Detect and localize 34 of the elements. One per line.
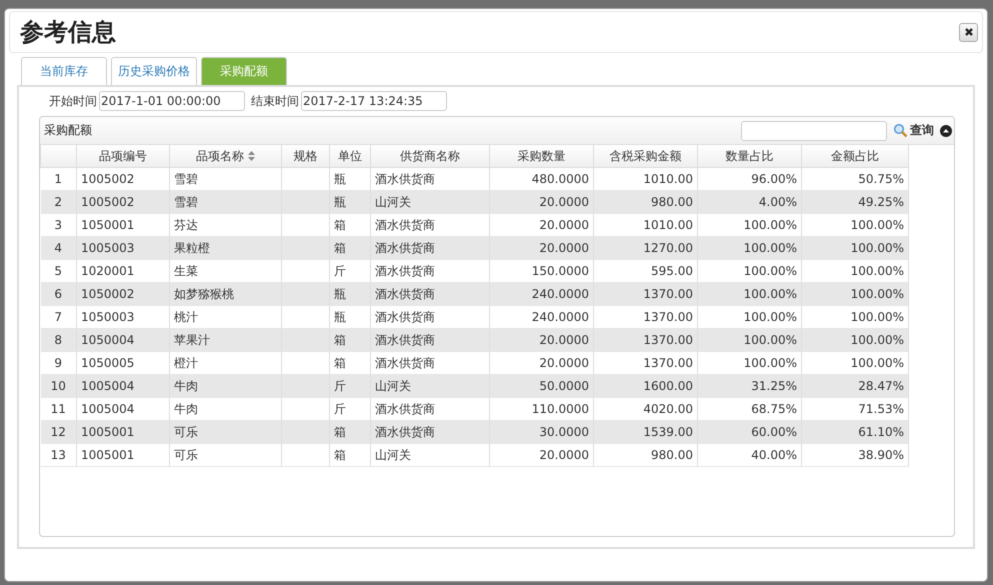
tab[interactable]: 当前库存 <box>21 57 107 85</box>
dialog-title: 参考信息 <box>20 17 116 48</box>
column-header[interactable]: 金额占比 <box>802 145 908 168</box>
table-cell: 38.90% <box>802 444 908 466</box>
row-number: 13 <box>40 444 76 466</box>
field-label: 结束时间 <box>251 92 299 110</box>
close-icon <box>964 27 974 37</box>
column-header[interactable]: 含税采购金额 <box>594 145 698 168</box>
search-field[interactable] <box>741 120 887 140</box>
column-header[interactable]: 采购数量 <box>490 145 594 168</box>
table-cell <box>282 444 330 466</box>
column-header[interactable]: 数量占比 <box>698 145 802 168</box>
column-header[interactable]: 品项名称 <box>170 145 282 168</box>
field-label: 开始时间 <box>49 92 97 110</box>
collapse-icon[interactable] <box>940 124 952 136</box>
table-cell: 可乐 <box>170 444 282 466</box>
close-button[interactable] <box>959 22 978 42</box>
table-cell: 山河关 <box>370 444 490 466</box>
date-field[interactable]: 2017-1-01 00:00:00 <box>99 91 245 111</box>
column-header[interactable]: 供货商名称 <box>370 145 490 168</box>
search-icon <box>893 123 908 138</box>
table-cell: 箱 <box>330 444 370 466</box>
column-header[interactable]: 单位 <box>330 145 370 168</box>
column-header[interactable]: 品项编号 <box>76 145 170 168</box>
sort-icon[interactable] <box>248 151 255 162</box>
search-button[interactable]: 查询 <box>893 122 934 139</box>
column-header[interactable]: 规格 <box>282 145 330 168</box>
date-field[interactable]: 2017-2-17 13:24:35 <box>301 91 447 111</box>
table-cell: 1005001 <box>76 444 170 466</box>
table-cell: 980.00 <box>594 444 698 466</box>
table-cell: 40.00% <box>698 444 802 466</box>
table-cell: 20.0000 <box>490 444 594 466</box>
grid-caption: 采购配额 <box>44 122 92 139</box>
tab[interactable]: 历史采购价格 <box>111 57 197 85</box>
